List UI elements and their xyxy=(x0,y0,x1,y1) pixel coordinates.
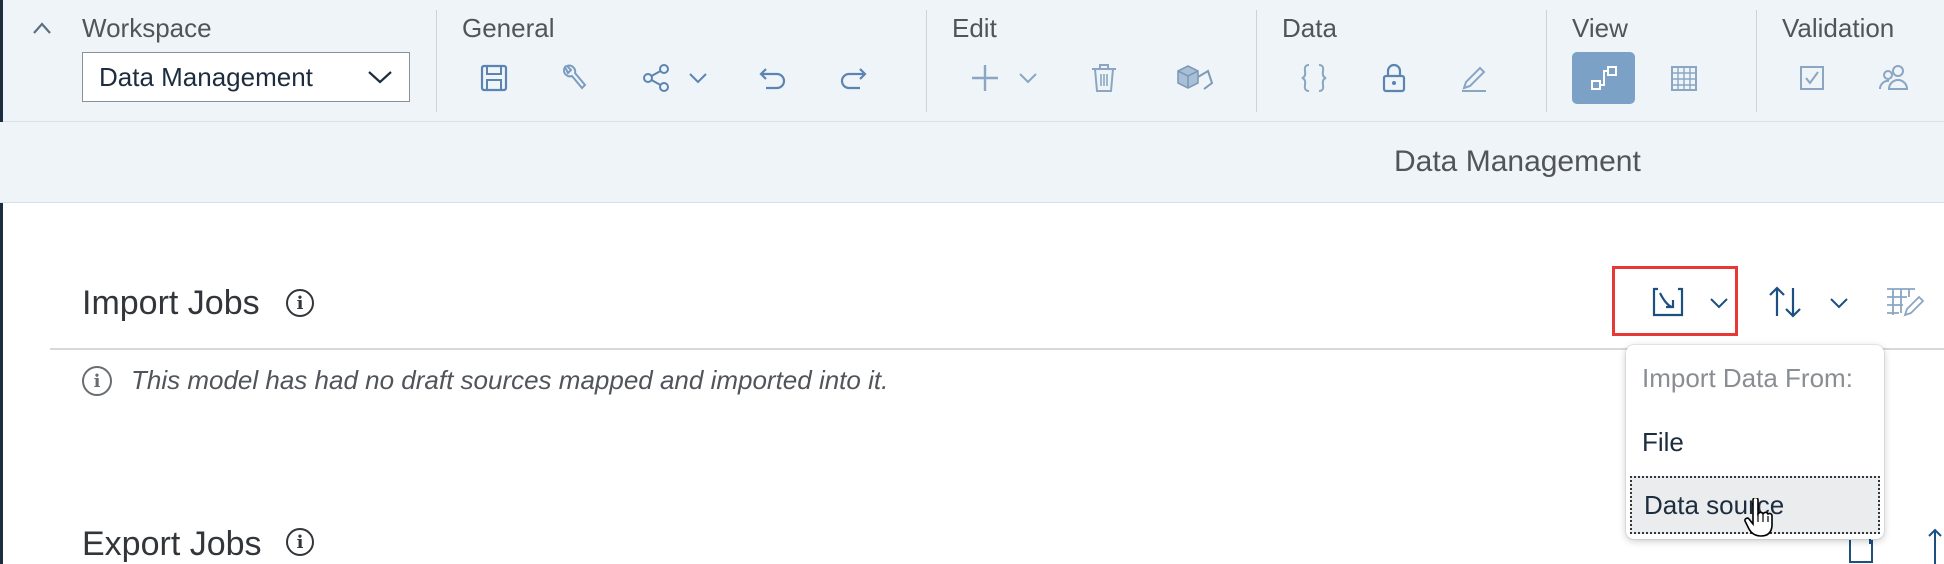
manage-button[interactable] xyxy=(1166,58,1222,98)
redo-button[interactable] xyxy=(831,58,875,98)
curly-braces-icon xyxy=(1301,64,1327,92)
save-button[interactable] xyxy=(472,58,516,98)
menu-item-file[interactable]: File xyxy=(1630,413,1880,471)
left-border xyxy=(0,0,3,564)
group-title-general: General xyxy=(462,13,555,43)
chevron-down-icon xyxy=(1710,298,1728,309)
undo-icon xyxy=(759,68,786,90)
add-button[interactable] xyxy=(963,58,1007,98)
export-jobs-title: Export Jobs xyxy=(82,525,262,563)
group-separator xyxy=(926,10,927,112)
import-jobs-title: Import Jobs xyxy=(82,284,260,322)
wrench-icon xyxy=(562,64,587,90)
group-title-edit: Edit xyxy=(952,13,997,43)
chevron-up-icon xyxy=(33,22,51,34)
page-title: Data Management xyxy=(1394,145,1641,178)
add-icon xyxy=(972,65,998,91)
validate-button[interactable] xyxy=(1790,58,1834,98)
import-icon xyxy=(1652,287,1684,317)
sort-menu-button[interactable] xyxy=(1828,294,1850,312)
edit-button[interactable] xyxy=(1452,58,1496,98)
sort-button[interactable] xyxy=(1766,282,1804,322)
add-menu-button[interactable] xyxy=(1018,68,1038,88)
message-info-icon: i xyxy=(82,366,112,396)
share-menu-button[interactable] xyxy=(688,68,708,88)
share-button[interactable] xyxy=(634,58,678,98)
group-title-validation: Validation xyxy=(1782,13,1895,43)
delete-button[interactable] xyxy=(1082,58,1126,98)
group-separator xyxy=(1546,10,1547,112)
menu-header: Import Data From: xyxy=(1642,363,1853,393)
sort-icon xyxy=(1769,286,1801,318)
data-management-view-button[interactable] xyxy=(1572,52,1635,104)
workspace-select-value: Data Management xyxy=(99,61,313,92)
users-button[interactable] xyxy=(1872,58,1916,98)
lock-button[interactable] xyxy=(1372,58,1416,98)
settings-button[interactable] xyxy=(551,58,595,98)
group-title-data: Data xyxy=(1282,13,1337,43)
chevron-down-icon xyxy=(689,73,707,84)
users-icon xyxy=(1878,65,1909,90)
chevron-down-icon xyxy=(1019,73,1037,84)
group-separator xyxy=(1756,10,1757,112)
group-separator xyxy=(1256,10,1257,112)
undo-button[interactable] xyxy=(751,58,795,98)
delete-icon xyxy=(1092,64,1116,92)
import-menu-chevron xyxy=(1708,294,1730,312)
group-title-workspace: Workspace xyxy=(82,13,212,43)
cubes-icon xyxy=(1177,65,1214,90)
grid-view-button[interactable] xyxy=(1662,58,1706,98)
export-sort-button[interactable] xyxy=(1926,524,1944,564)
collapse-toolbar-button[interactable] xyxy=(28,16,56,40)
table-settings-button[interactable] xyxy=(1884,284,1926,320)
import-data-icon-wrap xyxy=(1648,284,1688,320)
data-flow-icon xyxy=(1590,66,1617,90)
group-title-view: View xyxy=(1572,13,1628,43)
group-separator xyxy=(436,10,437,112)
sort-icon xyxy=(1928,528,1942,564)
save-icon xyxy=(480,64,508,92)
export-jobs-info-icon[interactable]: i xyxy=(286,528,314,556)
table-edit-icon xyxy=(1887,288,1925,317)
checkbox-icon xyxy=(1800,66,1824,90)
empty-state-message: This model has had no draft sources mapp… xyxy=(131,365,889,395)
hand-cursor-icon xyxy=(1744,496,1774,543)
import-jobs-info-icon[interactable]: i xyxy=(286,289,314,317)
chevron-down-icon xyxy=(368,71,392,84)
workspace-select[interactable]: Data Management xyxy=(82,52,410,102)
grid-icon xyxy=(1671,66,1697,91)
share-icon xyxy=(643,64,669,92)
pencil-icon xyxy=(1462,66,1486,92)
redo-icon xyxy=(840,68,867,90)
formula-button[interactable] xyxy=(1292,58,1336,98)
chevron-down-icon xyxy=(1830,298,1848,309)
lock-icon xyxy=(1382,63,1406,93)
page-header xyxy=(0,122,1944,203)
